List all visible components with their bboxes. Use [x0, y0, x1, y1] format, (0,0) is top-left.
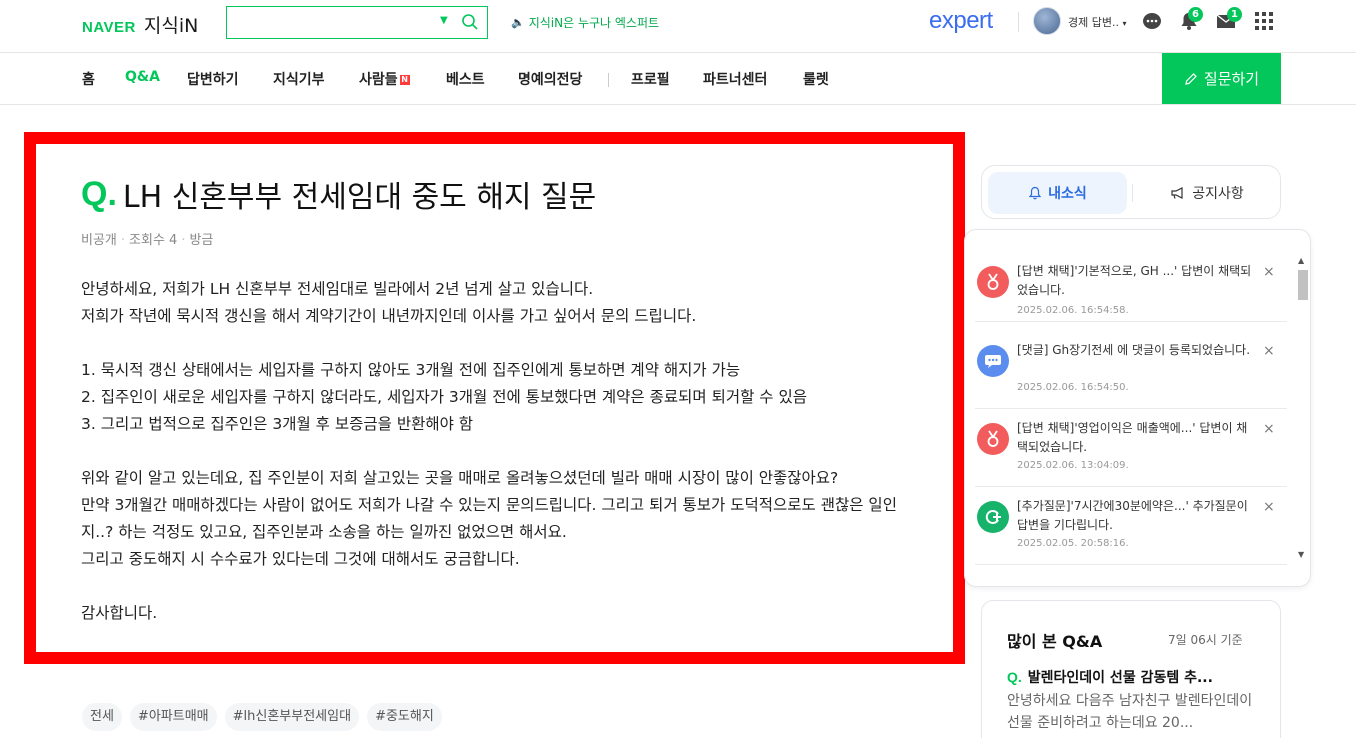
question-paragraph: 감사합니다. — [81, 604, 158, 622]
nav-profile[interactable]: 프로필 — [631, 69, 670, 89]
popular-question-text: 발렌타인데이 선물 감동템 추... — [1027, 670, 1213, 686]
question-panel: Q. LH 신혼부부 전세임대 중도 해지 질문 비공개 · 조회수 4 · 방금 안녕… — [24, 132, 965, 664]
tab-notice[interactable]: 공지사항 — [1138, 172, 1276, 214]
divider — [1018, 12, 1019, 32]
ask-question-label: 질문하기 — [1203, 70, 1260, 88]
nav-partner-center[interactable]: 파트너센터 — [703, 69, 767, 89]
tab-notice-label: 공지사항 — [1192, 186, 1244, 202]
new-badge: N — [399, 75, 410, 85]
question-title: Q. LH 신혼부부 전세임대 중도 해지 질문 — [81, 172, 596, 216]
notification-time: 2025.02.06. 13:04:09. — [1017, 460, 1129, 471]
popular-question-link[interactable]: Q. 발렌타인데이 선물 감동템 추... — [1007, 667, 1267, 687]
notification-time: 2025.02.06. 16:54:50. — [1017, 382, 1129, 393]
popular-question-desc[interactable]: 안녕하세요 다음주 남자친구 발렌타인데이 선물 준비하려고 하는데요 20..… — [1007, 690, 1269, 734]
scrollbar-thumb[interactable] — [1298, 270, 1308, 300]
sidebar-tabs: 내소식 공지사항 — [981, 165, 1281, 219]
scroll-up-icon[interactable]: ▲ — [1298, 256, 1304, 265]
notification-time: 2025.02.05. 20:58:16. — [1017, 538, 1129, 549]
tab-my-news-label: 내소식 — [1048, 186, 1087, 202]
notification-list: [답변 채택]'기본적으로, GH ...' 답변이 채택되었습니다. 2025… — [964, 229, 1311, 587]
tag-item[interactable]: #아파트매매 — [129, 703, 217, 731]
top-bar: NAVER 지식iN ▼ 🔈 지식iN은 누구나 엑스퍼트 expert 경제 … — [0, 0, 1356, 53]
popular-title: 많이 본 Q&A — [1007, 632, 1103, 651]
promo-text: 지식iN은 누구나 엑스퍼트 — [528, 16, 660, 30]
close-icon[interactable]: × — [1263, 499, 1275, 515]
notification-count-badge: 6 — [1188, 7, 1203, 22]
question-paragraph: 안녕하세요, 저희가 LH 신혼부부 전세임대로 빌라에서 2년 넘게 살고 있… — [81, 280, 697, 325]
search-icon[interactable] — [461, 13, 479, 31]
question-mark-icon: Q. — [81, 174, 117, 213]
search-dropdown-icon[interactable]: ▼ — [440, 15, 448, 26]
chevron-down-icon: ▾ — [1122, 19, 1127, 28]
divider — [1132, 184, 1133, 202]
notification-text: [댓글] Gh장기전세 에 댓글이 등록되었습니다. — [1017, 343, 1251, 357]
popular-qna-card: 많이 본 Q&A 7일 06시 기준 Q. 발렌타인데이 선물 감동템 추... … — [981, 600, 1281, 738]
question-title-text: LH 신혼부부 전세임대 중도 해지 질문 — [122, 180, 597, 215]
tag-item[interactable]: 전세 — [82, 703, 122, 731]
promo-link[interactable]: 🔈 지식iN은 누구나 엑스퍼트 — [511, 14, 659, 31]
search-input[interactable] — [233, 11, 433, 33]
kin-logo[interactable]: 지식iN — [144, 11, 198, 38]
nav-people[interactable]: 사람들 N — [359, 69, 410, 89]
naver-kin-logo[interactable]: NAVER 지식iN — [82, 11, 198, 38]
tab-my-news[interactable]: 내소식 — [988, 172, 1127, 214]
question-time: 방금 — [189, 233, 214, 248]
megaphone-icon — [1171, 187, 1183, 199]
nav-roulette[interactable]: 룰렛 — [803, 69, 829, 89]
nav-divider — [608, 73, 609, 87]
main-nav: 홈 Q&A 답변하기 지식기부 사람들 N 베스트 명예의전당 프로필 파트너센터… — [0, 53, 1356, 105]
nav-home[interactable]: 홈 — [82, 69, 95, 89]
notification-text: [추가질문]'7시간에30분에약은...' 추가질문이 답변을 기다립니다. — [1017, 499, 1248, 532]
medal-icon — [977, 266, 1009, 298]
talk-icon[interactable] — [1142, 11, 1162, 31]
notification-time: 2025.02.06. 16:54:58. — [1017, 305, 1129, 316]
tag-item[interactable]: #중도해지 — [367, 703, 442, 731]
close-icon[interactable]: × — [1263, 264, 1275, 280]
notification-item[interactable]: [답변 채택]'영업이익은 매출액에...' 답변이 채택되었습니다. 2025… — [975, 419, 1287, 487]
ask-question-button[interactable]: 질문하기 — [1162, 53, 1281, 104]
nav-qna[interactable]: Q&A — [125, 69, 160, 85]
question-meta: 비공개 · 조회수 4 · 방금 — [81, 233, 214, 248]
nav-best[interactable]: 베스트 — [446, 69, 485, 89]
nav-hall-of-fame[interactable]: 명예의전당 — [518, 69, 582, 89]
nav-people-label: 사람들 — [359, 72, 398, 88]
close-icon[interactable]: × — [1263, 343, 1275, 359]
question-body: 안녕하세요, 저희가 LH 신혼부부 전세임대로 빌라에서 2년 넘게 살고 있… — [81, 276, 921, 627]
expert-logo[interactable]: expert — [929, 7, 993, 35]
close-icon[interactable]: × — [1263, 421, 1275, 437]
speaker-icon: 🔈 — [511, 16, 525, 29]
tag-list: 전세 #아파트매매 #lh신혼부부전세임대 #중도해지 — [82, 703, 442, 731]
message-count-badge: 1 — [1227, 7, 1242, 22]
nav-answer[interactable]: 답변하기 — [187, 69, 239, 89]
nav-donation[interactable]: 지식기부 — [273, 69, 325, 89]
comment-icon — [977, 345, 1009, 377]
apps-grid-icon[interactable] — [1255, 12, 1273, 30]
avatar[interactable] — [1033, 7, 1061, 35]
question-mark-icon: Q. — [1007, 669, 1022, 685]
notification-item[interactable]: [댓글] Gh장기전세 에 댓글이 등록되었습니다. 2025.02.06. 1… — [975, 341, 1287, 409]
question-visibility: 비공개 — [81, 233, 117, 248]
notification-text: [답변 채택]'영업이익은 매출액에...' 답변이 채택되었습니다. — [1017, 421, 1248, 454]
bell-outline-icon — [1028, 186, 1042, 200]
popular-time: 7일 06시 기준 — [1168, 633, 1243, 647]
user-name: 경제 답변.. — [1068, 16, 1119, 29]
naver-logo[interactable]: NAVER — [82, 19, 136, 36]
scroll-down-icon[interactable]: ▼ — [1298, 550, 1304, 559]
medal-icon — [977, 423, 1009, 455]
user-menu[interactable]: 경제 답변.. ▾ — [1068, 14, 1127, 30]
search-box: ▼ — [226, 6, 488, 39]
notification-item[interactable]: [추가질문]'7시간에30분에약은...' 추가질문이 답변을 기다립니다. 2… — [975, 497, 1287, 565]
scrollbar[interactable]: ▲ ▼ — [1296, 252, 1310, 567]
notification-text: [답변 채택]'기본적으로, GH ...' 답변이 채택되었습니다. — [1017, 264, 1252, 297]
add-question-icon — [977, 501, 1009, 533]
pencil-icon — [1185, 72, 1197, 85]
question-paragraph: 위와 같이 알고 있는데요, 집 주인분이 저희 살고있는 곳을 매매로 올려놓… — [81, 469, 897, 568]
question-views: 조회수 4 — [129, 233, 178, 248]
notification-item[interactable]: [답변 채택]'기본적으로, GH ...' 답변이 채택되었습니다. 2025… — [975, 262, 1287, 322]
tag-item[interactable]: #lh신혼부부전세임대 — [224, 703, 360, 731]
question-paragraph: 1. 묵시적 갱신 상태에서는 세입자를 구하지 않아도 3개월 전에 집주인에… — [81, 361, 807, 433]
